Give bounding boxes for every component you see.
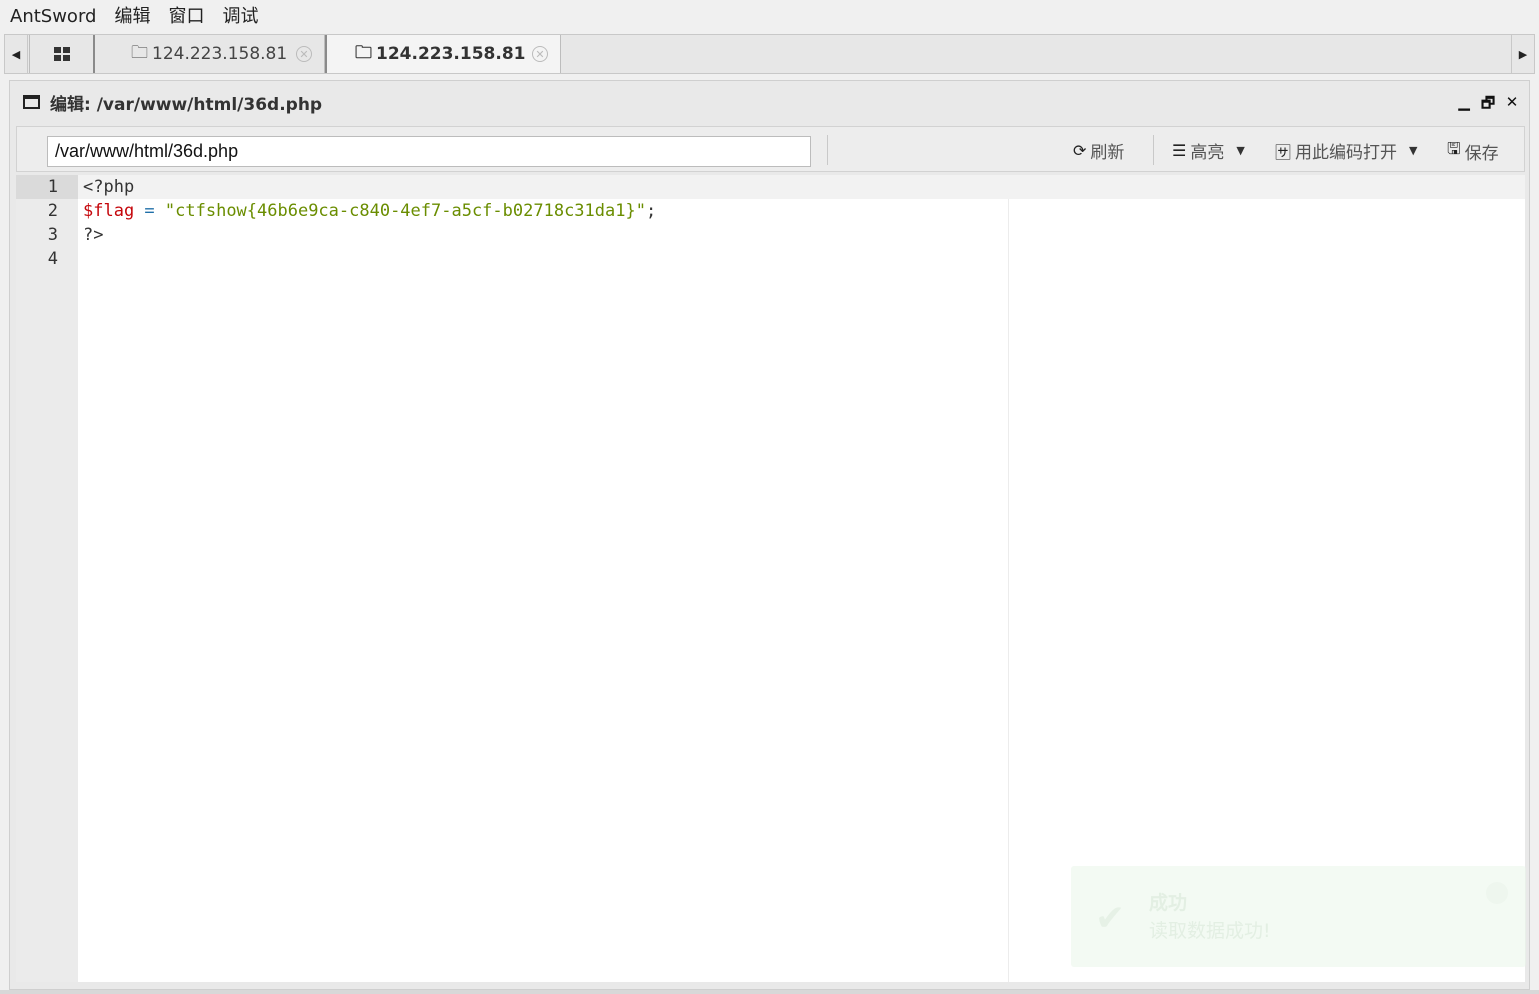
- triangle-left-icon: ◀: [11, 47, 21, 61]
- code-line[interactable]: <?php: [78, 175, 1525, 199]
- caret-down-icon: ▼: [1409, 144, 1418, 157]
- close-icon[interactable]: ✕: [1505, 93, 1519, 118]
- line-number: 3: [47, 225, 58, 245]
- open-with-encoding-dropdown[interactable]: 🈂 用此编码打开 ▼: [1275, 138, 1418, 164]
- editor-toolbar: ⟳ 刷新 ☰ 高亮 ▼ 🈂 用此编码打开 ▼ 🖫 保存: [16, 126, 1525, 172]
- folder-icon: 🗀: [355, 42, 372, 63]
- highlight-dropdown[interactable]: ☰ 高亮 ▼: [1172, 138, 1245, 163]
- menu-bar: AntSword 编辑 窗口 调试: [0, 0, 1539, 34]
- open-with-encoding-label: 用此编码打开: [1295, 143, 1398, 163]
- refresh-button[interactable]: ⟳ 刷新: [1073, 138, 1124, 163]
- toast-message: 读取数据成功!: [1149, 920, 1271, 942]
- window-titlebar[interactable]: 编辑: /var/www/html/36d.php ▁ 🗗 ✕: [10, 81, 1529, 123]
- highlight-label: 高亮: [1190, 143, 1225, 163]
- checkmark-icon: ✔: [1095, 898, 1126, 939]
- close-tab-icon[interactable]: ✕: [532, 46, 548, 62]
- toast-title: 成功: [1149, 892, 1188, 914]
- code-content[interactable]: <?php $flag = "ctfshow{46b6e9ca-c840-4ef…: [78, 175, 1525, 271]
- floppy-disk-icon: 🖫: [1447, 139, 1461, 158]
- tab-home[interactable]: [29, 35, 95, 73]
- window-title: 编辑: /var/www/html/36d.php: [50, 94, 323, 115]
- translate-icon: 🈂: [1275, 142, 1292, 162]
- menu-edit[interactable]: 编辑: [105, 0, 159, 34]
- tab-bar: ◀ 🗀 124.223.158.81 ✕ 🗀 124.223.158.81 ✕ …: [4, 34, 1535, 74]
- code-editor[interactable]: 1 2 3 4 <?php $flag = "ctfshow{46b6e9ca-…: [16, 175, 1525, 982]
- line-number: 2: [47, 201, 58, 221]
- operator-token: =: [134, 201, 165, 221]
- tab-label: 124.223.158.81: [152, 44, 288, 64]
- list-icon: ☰: [1172, 141, 1187, 160]
- toolbar-divider: [827, 135, 828, 165]
- editor-window: 编辑: /var/www/html/36d.php ▁ 🗗 ✕ ⟳ 刷新 ☰ 高…: [9, 80, 1530, 990]
- tab-scroll-right-button[interactable]: ▶: [1511, 35, 1534, 73]
- php-close-tag: ?>: [83, 225, 104, 245]
- folder-icon: 🗀: [131, 42, 148, 63]
- menu-debug[interactable]: 调试: [213, 0, 267, 34]
- window-icon: [23, 95, 40, 109]
- variable-token: $flag: [83, 201, 135, 221]
- tab-scroll-left-button[interactable]: ◀: [5, 35, 28, 73]
- save-label: 保存: [1464, 144, 1499, 164]
- tab-shell-2[interactable]: 🗀 124.223.158.81 ✕: [325, 35, 561, 73]
- toolbar-divider: [1153, 135, 1154, 165]
- minimize-icon[interactable]: ▁: [1457, 93, 1471, 118]
- toast-close-icon[interactable]: [1486, 882, 1508, 904]
- restore-icon[interactable]: 🗗: [1481, 93, 1495, 118]
- semicolon-token: ;: [645, 201, 657, 221]
- close-tab-icon[interactable]: ✕: [296, 46, 312, 62]
- php-open-tag: <?php: [83, 177, 135, 197]
- print-margin-line: [1008, 199, 1009, 982]
- code-line[interactable]: ?>: [78, 223, 1525, 247]
- menu-antsword[interactable]: AntSword: [0, 0, 105, 34]
- tab-label: 124.223.158.81: [376, 44, 526, 64]
- code-line[interactable]: $flag = "ctfshow{46b6e9ca-c840-4ef7-a5cf…: [78, 199, 1525, 223]
- window-controls: ▁ 🗗 ✕: [1457, 93, 1519, 118]
- grid-icon: [53, 47, 70, 61]
- tab-shell-1[interactable]: 🗀 124.223.158.81 ✕: [97, 35, 325, 73]
- refresh-icon: ⟳: [1073, 141, 1087, 160]
- refresh-label: 刷新: [1090, 143, 1125, 163]
- caret-down-icon: ▼: [1236, 144, 1245, 157]
- code-line[interactable]: [78, 247, 1525, 271]
- menu-window[interactable]: 窗口: [159, 0, 213, 34]
- triangle-right-icon: ▶: [1518, 47, 1528, 61]
- window-bottom-border: [0, 990, 1539, 994]
- file-path-input[interactable]: [47, 136, 811, 167]
- save-button[interactable]: 🖫 保存: [1447, 138, 1499, 165]
- line-number: 4: [47, 249, 58, 269]
- string-token: "ctfshow{46b6e9ca-c840-4ef7-a5cf-b02718c…: [164, 201, 646, 221]
- line-number: 1: [16, 175, 78, 199]
- line-number-gutter: 1 2 3 4: [16, 175, 78, 982]
- success-toast: ✔ 成功 读取数据成功!: [1071, 866, 1526, 967]
